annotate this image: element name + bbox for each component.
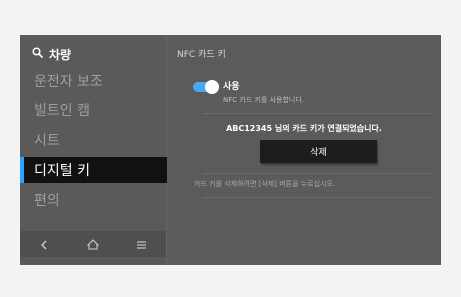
back-button[interactable]: [31, 233, 57, 255]
divider: [203, 113, 433, 114]
divider: [203, 197, 433, 198]
app-screen: 차량 운전자 보조 빌트인 캠 시트 디지털 키 편의 NFC 카드 키 사용 …: [20, 35, 441, 265]
home-button[interactable]: [80, 233, 106, 255]
search-icon[interactable]: [32, 47, 43, 61]
menu-button[interactable]: [129, 233, 155, 255]
toggle-label: 사용: [223, 82, 240, 92]
sidebar-item-convenience[interactable]: 편의: [20, 187, 167, 213]
sidebar-item-seat[interactable]: 시트: [20, 127, 167, 153]
sidebar-item-label: 시트: [34, 133, 60, 149]
sidebar-item-label: 빌트인 캠: [34, 103, 90, 119]
sidebar-item-label: 편의: [34, 193, 60, 209]
toggle-knob: [205, 80, 219, 94]
sidebar-item-label: 운전자 보조: [34, 74, 103, 90]
sidebar: 차량 운전자 보조 빌트인 캠 시트 디지털 키 편의: [20, 35, 167, 265]
content-panel: NFC 카드 키 사용 NFC 카드 키를 사용합니다. ABC12345 님의…: [167, 35, 441, 265]
card-linked-message: ABC12345 님의 카드 키가 연결되었습니다.: [226, 124, 382, 133]
divider: [203, 173, 433, 174]
sidebar-header[interactable]: 차량: [32, 45, 71, 63]
sidebar-item-label: 디지털 키: [34, 163, 90, 179]
toggle-text: 사용 NFC 카드 키를 사용합니다.: [223, 79, 304, 105]
delete-hint-text: 카드 키를 삭제하려면 [삭제] 버튼을 누르십시오.: [194, 180, 336, 188]
sidebar-header-label: 차량: [49, 47, 72, 62]
page-title: NFC 카드 키: [177, 50, 226, 60]
sidebar-item-digital-key[interactable]: 디지털 키: [20, 157, 167, 183]
nfc-toggle-switch[interactable]: [193, 80, 219, 94]
home-icon: [86, 235, 100, 254]
toggle-description: NFC 카드 키를 사용합니다.: [223, 96, 305, 104]
back-icon: [39, 235, 49, 254]
nfc-toggle-row: 사용 NFC 카드 키를 사용합니다.: [193, 79, 304, 105]
bottom-nav-bar: [20, 231, 166, 257]
sidebar-item-driver-assist[interactable]: 운전자 보조: [20, 68, 167, 94]
menu-icon: [136, 235, 147, 254]
delete-button[interactable]: 삭제: [260, 140, 377, 163]
sidebar-item-builtin-cam[interactable]: 빌트인 캠: [20, 97, 167, 123]
